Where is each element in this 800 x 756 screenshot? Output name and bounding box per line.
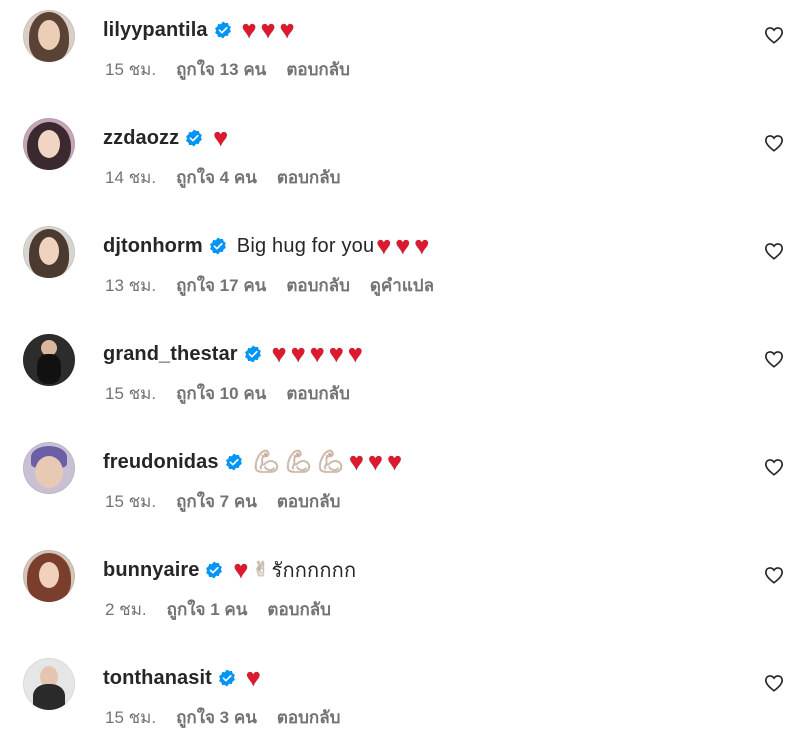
verified-badge-icon	[186, 129, 203, 147]
avatar[interactable]	[23, 658, 75, 710]
comment-item: zzdaozz ♥ 14 ชม. ถูกใจ 4 คน ตอบกลับ	[0, 108, 800, 216]
comment-time[interactable]: 15 ชม.	[105, 488, 156, 515]
red-heart-emoji: ♥	[347, 339, 363, 368]
reply-button[interactable]: ตอบกลับ	[267, 596, 331, 623]
comment-item: djtonhorm Big hug for you ♥ ♥ ♥ 13 ชม. ถูก…	[0, 216, 800, 324]
heart-outline-icon[interactable]	[764, 458, 784, 476]
red-heart-emoji: ♥	[271, 339, 287, 368]
comment-text: ♥ ♥ ♥	[241, 15, 299, 44]
red-heart-emoji: ♥	[245, 663, 261, 692]
comment-time[interactable]: 15 ชม.	[105, 704, 156, 731]
username[interactable]: tonthanasit	[103, 667, 212, 690]
translate-button[interactable]: ดูคำแปล	[370, 272, 434, 299]
like-count[interactable]: ถูกใจ 10 คน	[176, 380, 266, 407]
comment-time[interactable]: 13 ชม.	[105, 272, 156, 299]
red-heart-emoji: ♥	[309, 339, 325, 368]
red-heart-emoji: ♥	[395, 231, 411, 260]
comment-text: ♥ ♥ ♥ ♥ ♥	[271, 339, 367, 368]
verified-badge-icon	[214, 21, 231, 39]
avatar[interactable]	[23, 118, 75, 170]
avatar[interactable]	[23, 10, 75, 62]
heart-outline-icon[interactable]	[764, 134, 784, 152]
username[interactable]: djtonhorm	[103, 235, 203, 258]
username[interactable]: freudonidas	[103, 451, 219, 474]
heart-outline-icon[interactable]	[764, 674, 784, 692]
red-heart-emoji: ♥	[348, 447, 365, 476]
reply-button[interactable]: ตอบกลับ	[286, 56, 350, 83]
red-heart-emoji: ♥	[213, 123, 229, 152]
avatar[interactable]	[23, 226, 75, 278]
red-heart-emoji: ♥	[387, 447, 403, 476]
avatar[interactable]	[23, 334, 75, 386]
avatar[interactable]	[23, 442, 75, 494]
flexed-biceps-emoji: 💪︎	[316, 449, 345, 474]
red-heart-emoji: ♥	[260, 15, 276, 44]
username[interactable]: grand_thestar	[103, 343, 238, 366]
flexed-biceps-emoji: 💪︎	[284, 449, 313, 474]
comment-time[interactable]: 2 ชม.	[105, 596, 147, 623]
red-heart-emoji: ♥	[241, 15, 257, 44]
comment-text: Big hug for you ♥ ♥ ♥	[236, 231, 430, 260]
comment-text: ♥	[245, 663, 265, 692]
comment-time[interactable]: 14 ชม.	[105, 164, 156, 191]
comment-time[interactable]: 15 ชม.	[105, 56, 156, 83]
comment-item: freudonidas 💪︎ 💪︎ 💪︎ ♥ ♥ ♥ 15 ชม. ถูกใจ 7 คน …	[0, 432, 800, 540]
verified-badge-icon	[244, 345, 261, 363]
reply-button[interactable]: ตอบกลับ	[277, 488, 341, 515]
heart-outline-icon[interactable]	[764, 242, 784, 260]
reply-button[interactable]: ตอบกลับ	[277, 704, 341, 731]
avatar[interactable]	[23, 550, 75, 602]
heart-outline-icon[interactable]	[764, 350, 784, 368]
comment-text: 💪︎ 💪︎ 💪︎ ♥ ♥ ♥	[252, 447, 407, 476]
victory-hand-emoji: ✌︎	[252, 559, 270, 581]
like-count[interactable]: ถูกใจ 1 คน	[167, 596, 248, 623]
red-heart-emoji: ♥	[279, 15, 295, 44]
reply-button[interactable]: ตอบกลับ	[286, 272, 350, 299]
comment-text: ♥ ✌︎ รักกกกกก	[233, 555, 357, 584]
verified-badge-icon	[206, 561, 223, 579]
reply-button[interactable]: ตอบกลับ	[286, 380, 350, 407]
red-heart-emoji: ♥	[368, 447, 384, 476]
comment-time[interactable]: 15 ชม.	[105, 380, 156, 407]
like-count[interactable]: ถูกใจ 4 คน	[176, 164, 257, 191]
comment-text: ♥	[213, 123, 232, 152]
comment-item: lilyypantila ♥ ♥ ♥ 15 ชม. ถูกใจ 13 คน ตอบก…	[0, 0, 800, 108]
verified-badge-icon	[209, 237, 226, 255]
username[interactable]: lilyypantila	[103, 19, 208, 42]
comment-item: grand_thestar ♥ ♥ ♥ ♥ ♥ 15 ชม. ถูกใจ 10 คน ต…	[0, 324, 800, 432]
comment-item: tonthanasit ♥ 15 ชม. ถูกใจ 3 คน ตอบกลับ	[0, 648, 800, 756]
red-heart-emoji: ♥	[233, 555, 249, 584]
verified-badge-icon	[218, 669, 235, 687]
red-heart-emoji: ♥	[328, 339, 344, 368]
like-count[interactable]: ถูกใจ 3 คน	[176, 704, 257, 731]
heart-outline-icon[interactable]	[764, 26, 784, 44]
red-heart-emoji: ♥	[376, 231, 392, 260]
like-count[interactable]: ถูกใจ 13 คน	[176, 56, 266, 83]
heart-outline-icon[interactable]	[764, 566, 784, 584]
red-heart-emoji: ♥	[290, 339, 306, 368]
like-count[interactable]: ถูกใจ 17 คน	[176, 272, 266, 299]
username[interactable]: bunnyaire	[103, 559, 199, 582]
red-heart-emoji: ♥	[414, 231, 430, 260]
username[interactable]: zzdaozz	[103, 127, 179, 150]
verified-badge-icon	[225, 453, 242, 471]
like-count[interactable]: ถูกใจ 7 คน	[176, 488, 257, 515]
flexed-biceps-emoji: 💪︎	[252, 449, 281, 474]
comment-item: bunnyaire ♥ ✌︎ รักกกกกก 2 ชม. ถูกใจ 1 คน ต…	[0, 540, 800, 648]
reply-button[interactable]: ตอบกลับ	[277, 164, 341, 191]
